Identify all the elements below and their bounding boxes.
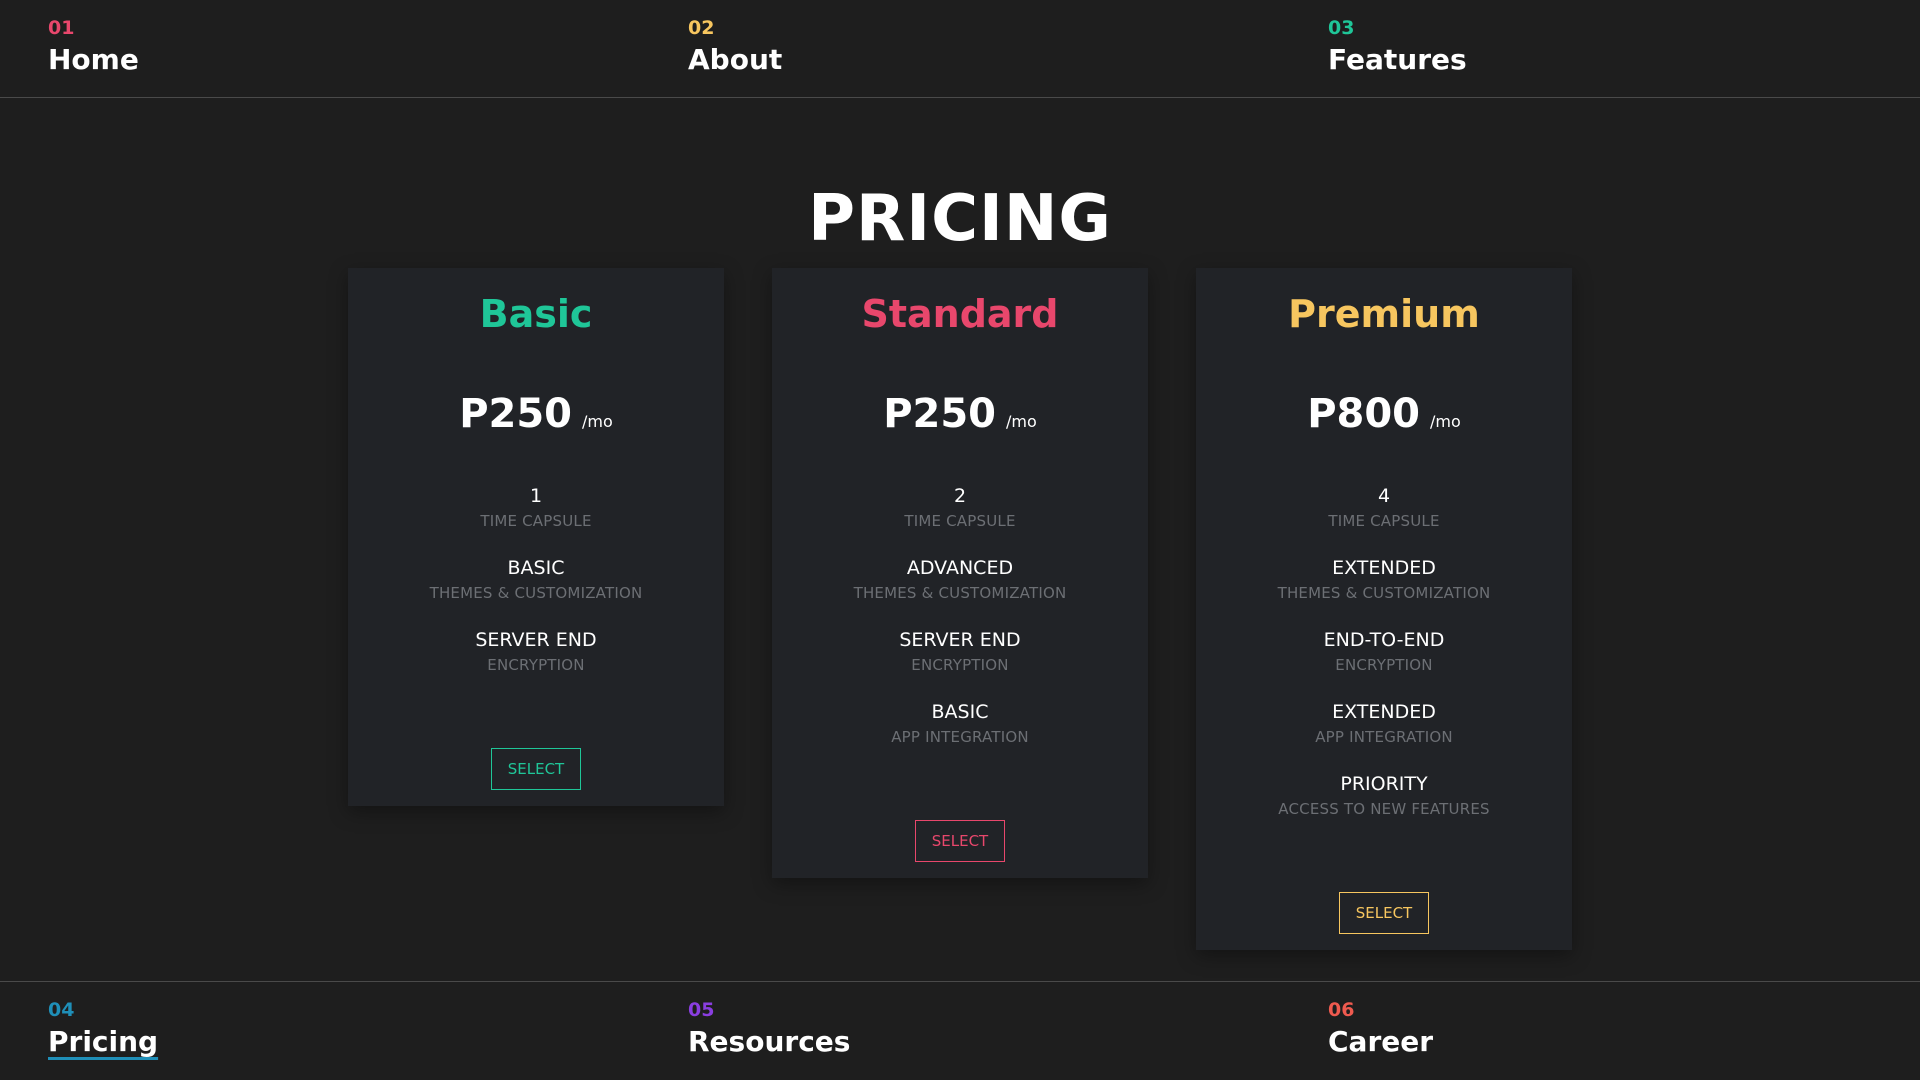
nav-item-career[interactable]: 06 Career [1280,982,1920,1079]
feature-label: THEMES & CUSTOMIZATION [429,584,643,602]
feature-label: TIME CAPSULE [1328,512,1440,530]
plan-price: P250 [459,391,573,437]
feature-value: EXTENDED [1332,557,1436,579]
feature-list: 2 TIME CAPSULE ADVANCED THEMES & CUSTOMI… [772,482,1148,770]
feature-list: 4 TIME CAPSULE EXTENDED THEMES & CUSTOMI… [1196,482,1572,842]
feature-item: 2 TIME CAPSULE [772,482,1148,554]
feature-value: END-TO-END [1323,629,1445,651]
feature-value: ADVANCED [906,557,1014,579]
feature-item: BASIC APP INTEGRATION [772,698,1148,770]
feature-label: ENCRYPTION [1335,656,1433,674]
feature-value: PRIORITY [1340,773,1428,795]
nav-number: 03 [1328,17,1355,39]
nav-item-home[interactable]: 01 Home [0,0,640,97]
nav-item-features[interactable]: 03 Features [1280,0,1920,97]
feature-label: TIME CAPSULE [904,512,1016,530]
feature-item: SERVER END ENCRYPTION [348,626,724,698]
price-period: /mo [1006,412,1037,431]
feature-list: 1 TIME CAPSULE BASIC THEMES & CUSTOMIZAT… [348,482,724,698]
feature-item: EXTENDED THEMES & CUSTOMIZATION [1196,554,1572,626]
plan-card-standard: Standard P250 /mo 2 TIME CAPSULE ADVANCE… [772,268,1148,878]
feature-item: 1 TIME CAPSULE [348,482,724,554]
feature-value: BASIC [507,557,565,579]
select-basic-button[interactable]: SELECT [490,748,582,790]
pricing-cards: Basic P250 /mo 1 TIME CAPSULE BASIC THEM… [348,268,1572,950]
nav-number: 02 [688,17,715,39]
select-standard-button[interactable]: SELECT [914,820,1006,862]
feature-label: ENCRYPTION [487,656,585,674]
nav-label: Pricing [48,1025,159,1058]
feature-value: 4 [1377,485,1391,507]
feature-label: TIME CAPSULE [480,512,592,530]
feature-item: ADVANCED THEMES & CUSTOMIZATION [772,554,1148,626]
feature-item: END-TO-END ENCRYPTION [1196,626,1572,698]
feature-value: BASIC [931,701,989,723]
plan-name: Standard [861,292,1059,336]
plan-name: Basic [479,292,593,336]
feature-label: THEMES & CUSTOMIZATION [853,584,1067,602]
feature-item: PRIORITY ACCESS TO NEW FEATURES [1196,770,1572,842]
nav-number: 04 [48,999,75,1021]
feature-value: SERVER END [475,629,597,651]
nav-label: Features [1328,43,1467,76]
feature-label: ACCESS TO NEW FEATURES [1278,800,1490,818]
page-title: PRICING [808,181,1112,256]
nav-item-about[interactable]: 02 About [640,0,1280,97]
price-period: /mo [582,412,613,431]
plan-name: Premium [1288,292,1480,336]
feature-item: SERVER END ENCRYPTION [772,626,1148,698]
plan-card-premium: Premium P800 /mo 4 TIME CAPSULE EXTENDED… [1196,268,1572,950]
feature-item: BASIC THEMES & CUSTOMIZATION [348,554,724,626]
feature-label: APP INTEGRATION [1315,728,1453,746]
nav-item-resources[interactable]: 05 Resources [640,982,1280,1079]
feature-value: 2 [953,485,967,507]
feature-item: EXTENDED APP INTEGRATION [1196,698,1572,770]
feature-label: APP INTEGRATION [891,728,1029,746]
price-row: P250 /mo [348,386,724,442]
feature-label: THEMES & CUSTOMIZATION [1277,584,1491,602]
price-row: P800 /mo [1196,386,1572,442]
nav-number: 05 [688,999,715,1021]
nav-label: About [688,43,783,76]
bottom-nav: 04 Pricing 05 Resources 06 Career [0,981,1920,1079]
nav-number: 06 [1328,999,1355,1021]
feature-value: 1 [529,485,543,507]
nav-item-pricing[interactable]: 04 Pricing [0,982,640,1079]
nav-label: Home [48,43,139,76]
nav-label: Resources [688,1025,851,1058]
top-nav: 01 Home 02 About 03 Features [0,0,1920,98]
feature-value: SERVER END [899,629,1021,651]
plan-price: P800 [1307,391,1421,437]
feature-label: ENCRYPTION [911,656,1009,674]
plan-price: P250 [883,391,997,437]
nav-label: Career [1328,1025,1434,1058]
feature-value: EXTENDED [1332,701,1436,723]
price-row: P250 /mo [772,386,1148,442]
feature-item: 4 TIME CAPSULE [1196,482,1572,554]
nav-number: 01 [48,17,75,39]
pricing-page: 01 Home 02 About 03 Features PRICING Bas… [0,0,1920,1080]
price-period: /mo [1430,412,1461,431]
select-premium-button[interactable]: SELECT [1338,892,1430,934]
plan-card-basic: Basic P250 /mo 1 TIME CAPSULE BASIC THEM… [348,268,724,806]
